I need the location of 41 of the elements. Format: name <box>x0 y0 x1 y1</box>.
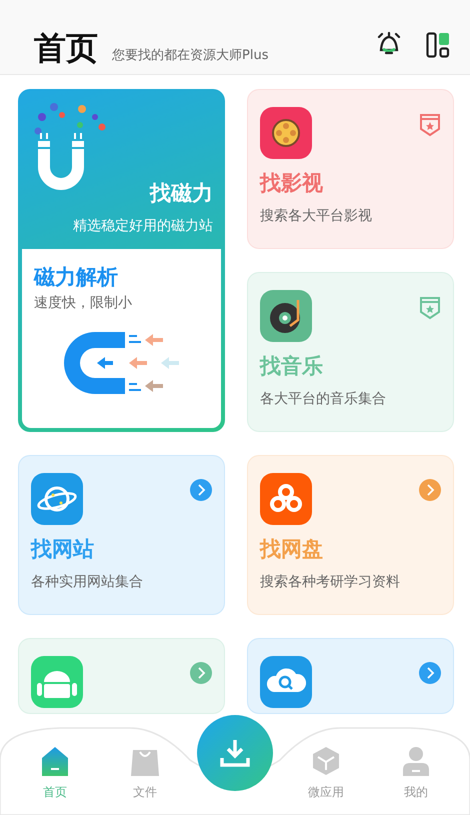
cloud-search-icon <box>260 656 312 708</box>
home-icon <box>40 746 70 776</box>
ribbon-badge-icon <box>419 296 441 320</box>
planet-icon <box>31 473 83 525</box>
chevron-right-icon[interactable] <box>190 662 212 684</box>
tile-card[interactable]: 找音乐 各大平台的音乐集合 <box>247 272 454 432</box>
record-player-icon <box>260 290 312 342</box>
film-reel-icon <box>260 107 312 159</box>
android-robot-icon <box>31 656 83 708</box>
card-subtitle: 各种实用网站集合 <box>31 573 144 591</box>
cube-icon <box>311 746 341 776</box>
card-title: 找网站 <box>31 536 95 563</box>
nav-tab[interactable]: 文件 <box>115 746 175 801</box>
tile-card[interactable]: 找网站 各种实用网站集合 <box>18 455 225 615</box>
card-title: 找影视 <box>260 170 324 197</box>
magnet-card[interactable]: 找磁力 精选稳定好用的磁力站 磁力解析 速度快，限制小 <box>18 89 225 432</box>
chevron-right-icon[interactable] <box>190 479 212 501</box>
tile-card[interactable]: 找网盘 搜索各种考研学习资料 <box>247 455 454 615</box>
card-subtitle: 精选稳定好用的磁力站 <box>73 217 213 235</box>
card-title: 找音乐 <box>260 353 324 380</box>
page-title: 首页 <box>34 28 98 68</box>
person-icon <box>401 746 431 776</box>
nav-tab[interactable]: 微应用 <box>296 746 356 801</box>
section-title: 磁力解析 <box>34 264 119 291</box>
card-subtitle: 各大平台的音乐集合 <box>260 390 387 408</box>
card-subtitle: 搜索各大平台影视 <box>260 207 373 225</box>
tile-card[interactable] <box>247 638 454 714</box>
cloud-rings-icon <box>260 473 312 525</box>
page-subtitle: 您要找的都在资源大师Plus <box>112 47 268 64</box>
card-title: 找网盘 <box>260 536 324 563</box>
tile-card[interactable] <box>18 638 225 714</box>
section-subtitle: 速度快，限制小 <box>34 294 133 312</box>
ribbon-badge-icon <box>419 113 441 137</box>
nav-tab[interactable]: 我的 <box>386 746 446 801</box>
chevron-right-icon[interactable] <box>419 479 441 501</box>
card-title: 找磁力 <box>150 180 213 207</box>
chevron-right-icon[interactable] <box>419 662 441 684</box>
tile-card[interactable]: 找影视 搜索各大平台影视 <box>247 89 454 249</box>
card-subtitle: 搜索各种考研学习资料 <box>260 573 401 591</box>
layout-icon[interactable] <box>426 32 450 58</box>
download-icon <box>220 738 250 768</box>
